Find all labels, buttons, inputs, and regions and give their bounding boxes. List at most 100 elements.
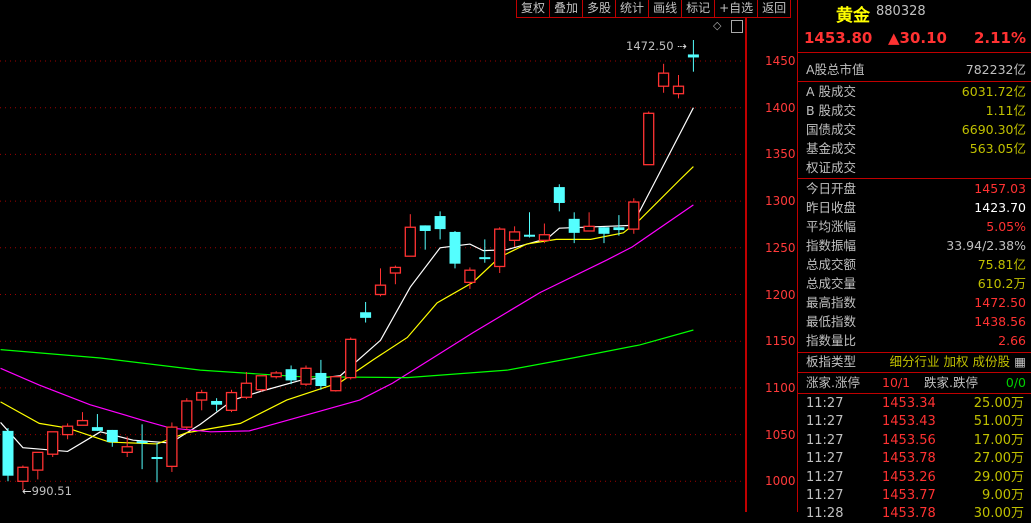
candle-body-down	[151, 457, 163, 460]
candle-body-down	[568, 218, 580, 233]
low-value: 990.51	[31, 484, 72, 498]
tick-time: 11:27	[806, 469, 844, 485]
candle-body-down	[211, 400, 223, 405]
turnover-row: 权证成交	[798, 158, 1031, 177]
tick-volume: 27.00万	[973, 451, 1024, 467]
candle-body-down	[687, 54, 699, 58]
tick-price: 1453.78	[882, 506, 936, 522]
grid-icon[interactable]: ▦	[1014, 352, 1026, 371]
candle-body-up	[32, 451, 44, 471]
candle-body-up	[47, 431, 59, 455]
stat-row: 昨日收盘 1423.70	[798, 198, 1031, 217]
change-percent: 2.11%	[973, 29, 1026, 47]
tick-time: 11:27	[806, 432, 844, 448]
tick-row: 11:27 1453.26 29.00万	[798, 469, 1031, 487]
index-name: 黄金	[836, 6, 870, 26]
board-type-row: 板指类型 细分行业 加权 成份股 ▦	[798, 352, 1031, 371]
candle-body-up	[240, 382, 253, 398]
candle-body-down	[524, 234, 535, 237]
stat-value: 610.2万	[977, 276, 1026, 291]
multi-stock-button[interactable]: 多股	[583, 0, 617, 17]
panel-toggle-icon[interactable]	[731, 20, 743, 33]
price-axis-label: 1050	[765, 427, 796, 442]
tick-volume: 17.00万	[973, 432, 1024, 448]
candle-body-up	[508, 231, 521, 241]
stat-label: 指数振幅	[806, 238, 857, 253]
up-label: 涨家.涨停	[806, 375, 860, 390]
stat-value: 1457.03	[974, 181, 1026, 196]
candle-body-up	[404, 226, 416, 257]
candle-body-up	[583, 225, 595, 232]
candle-body-up	[494, 228, 506, 268]
quote-panel: 黄金 880328 1453.80 ▲30.10 2.11% A股总市值 782…	[797, 0, 1031, 521]
advance-decline-row: 涨家.涨停 10/1 跌家.跌停 0/0	[798, 373, 1031, 392]
candle-body-up	[17, 466, 29, 482]
turnover-value: 6031.72亿	[961, 84, 1026, 99]
overlay-button[interactable]: 叠加	[550, 0, 584, 17]
candle-body-down	[315, 372, 327, 387]
price-axis-label: 1450	[765, 54, 796, 68]
back-button[interactable]: 返回	[758, 0, 792, 17]
kline-chart[interactable]	[0, 0, 746, 512]
tick-time: 11:27	[806, 451, 844, 467]
stat-value: 33.94/2.38%	[946, 238, 1026, 253]
stat-value: 1472.50	[974, 295, 1026, 310]
candle-body-down	[553, 187, 565, 203]
stat-label: 今日开盘	[806, 181, 857, 196]
up-value: 10/1	[882, 375, 911, 390]
stat-row: 今日开盘 1457.03	[798, 179, 1031, 198]
restore-rights-button[interactable]: 复权	[517, 0, 551, 17]
price-axis-label: 1300	[765, 194, 796, 209]
candle-body-up	[672, 85, 685, 95]
mark-button[interactable]: 标记	[682, 0, 716, 17]
board-type-value[interactable]: 细分行业 加权 成份股	[890, 352, 1010, 371]
candle-body-down	[479, 257, 491, 260]
candle-body-up	[196, 391, 208, 401]
turnover-row: 国债成交 6690.30亿	[798, 120, 1031, 139]
divider	[798, 52, 1031, 53]
candle-body-down	[434, 216, 446, 230]
candle-body-down	[449, 231, 461, 264]
tick-row: 11:27 1453.77 9.00万	[798, 487, 1031, 505]
statistics-button[interactable]: 统计	[616, 0, 650, 17]
candle-body-up	[181, 400, 193, 428]
stat-row: 总成交额 75.81亿	[798, 255, 1031, 274]
stat-row: 最高指数 1472.50	[798, 293, 1031, 312]
turnover-row: B 股成交 1.11亿	[798, 101, 1031, 120]
tick-price: 1453.78	[882, 451, 936, 467]
candle-body-down	[598, 227, 610, 234]
candle-body-up	[330, 376, 342, 392]
candle-body-up	[389, 266, 402, 274]
candle-body-up	[255, 375, 267, 391]
tick-volume: 9.00万	[982, 488, 1024, 503]
stat-row: 总成交量 610.2万	[798, 274, 1031, 293]
candle-body-up	[270, 372, 282, 378]
down-value: 0/0	[1005, 375, 1026, 390]
price-axis-label: 1400	[765, 100, 796, 115]
tick-row: 11:27 1453.34 25.00万	[798, 395, 1031, 413]
stat-label: 指数量比	[806, 333, 857, 348]
stat-value: 2.66	[998, 333, 1026, 348]
tick-row: 11:27 1453.43 51.00万	[798, 413, 1031, 431]
stat-value: 75.81亿	[977, 257, 1026, 272]
stat-row: 指数振幅 33.94/2.38%	[798, 236, 1031, 255]
add-watchlist-button[interactable]: +自选	[715, 0, 759, 17]
candle-body-up	[538, 234, 551, 241]
tick-price: 1453.77	[882, 488, 936, 503]
candle-body-down	[2, 430, 14, 476]
down-label: 跌家.跌停	[924, 375, 978, 390]
diamond-icon[interactable]: ◇	[713, 19, 721, 32]
candle-body-up	[166, 426, 178, 468]
high-annotation: 1472.50 ⇢	[626, 39, 687, 53]
toolbar: 复权 叠加 多股 统计 画线 标记 +自选 返回	[516, 0, 792, 18]
tick-row: 11:28 1453.78 30.00万	[798, 505, 1031, 523]
price-axis-label: 1250	[765, 240, 796, 255]
high-value: 1472.50	[626, 39, 674, 53]
candle-body-up	[643, 112, 655, 166]
tick-price: 1453.34	[882, 396, 936, 411]
market-cap-value: 782232亿	[965, 62, 1026, 77]
price-axis: 1450 1400 1350 1300 1250 1200 1150 1100 1050 1000	[746, 17, 797, 512]
draw-line-button[interactable]: 画线	[649, 0, 683, 17]
price-axis-label: 1200	[765, 287, 796, 302]
price-axis-label: 1150	[765, 334, 796, 349]
